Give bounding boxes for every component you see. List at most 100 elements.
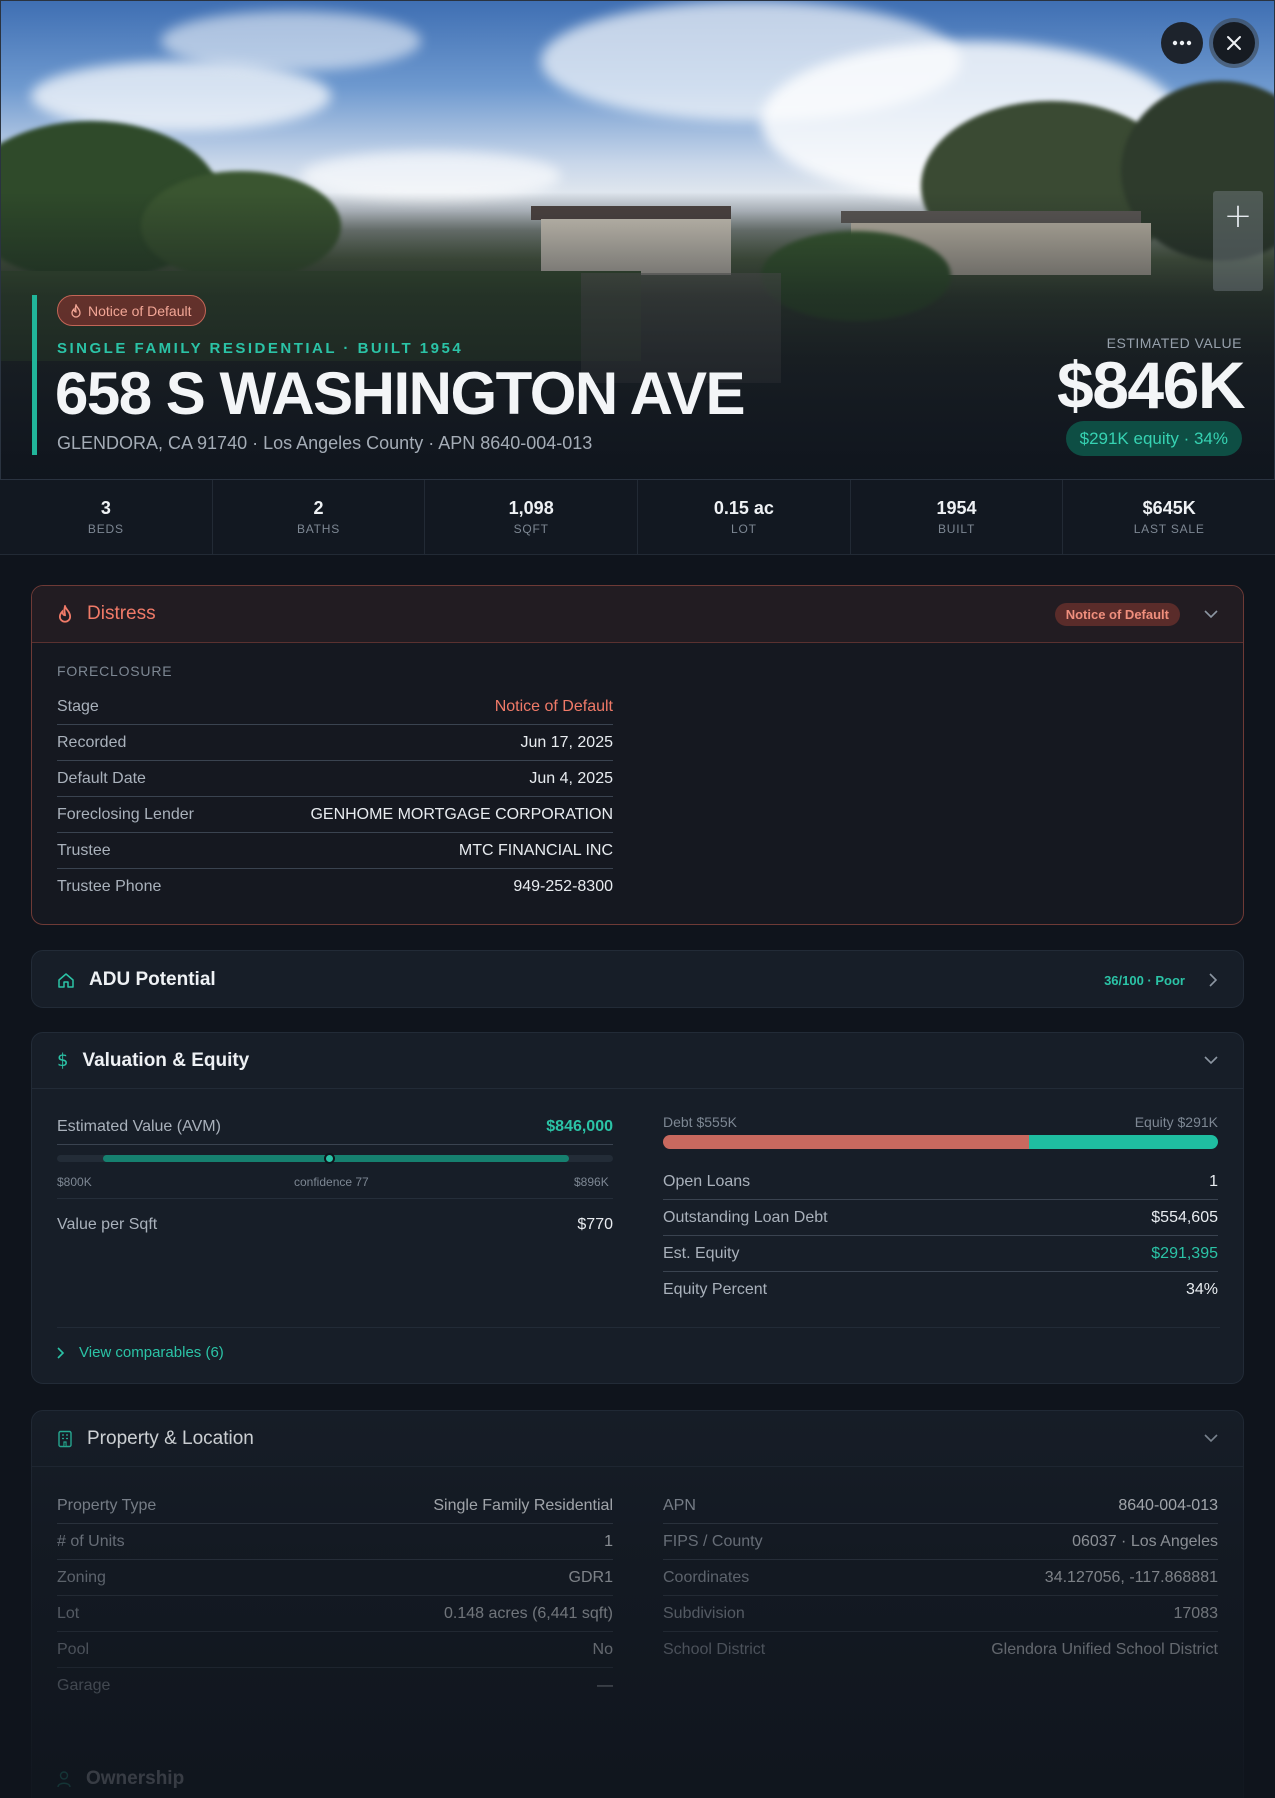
detail-row-default-date: Default Date Jun 4, 2025 — [57, 761, 613, 797]
close-icon — [1227, 36, 1241, 50]
value-per-sqft: $770 — [577, 1216, 613, 1233]
stat-label: LOT — [730, 522, 757, 536]
adu-score: 36/100 · Poor — [1104, 972, 1185, 988]
detail-value: 949-252-8300 — [513, 878, 613, 895]
detail-key: Foreclosing Lender — [57, 805, 194, 823]
stat-last-sale: $645K LAST SALE — [1063, 480, 1275, 554]
view-comparables-label: View comparables (6) — [79, 1344, 224, 1361]
loan-value: 1 — [1209, 1172, 1218, 1190]
avm-label: Estimated Value (AVM) — [57, 1117, 221, 1135]
hero-street-view: + Notice of Default SINGLE FAMILY RESIDE… — [0, 0, 1275, 480]
loan-key: Est. Equity — [663, 1244, 740, 1262]
detail-row-trustee: Trustee MTC FINANCIAL INC — [57, 833, 613, 869]
loan-value: 34% — [1185, 1281, 1218, 1298]
stat-lot: 0.15 ac LOT — [638, 480, 851, 554]
stat-built: 1954 BUILT — [851, 480, 1064, 554]
foreclosure-section-label: FORECLOSURE — [57, 663, 173, 679]
stat-value: 3 — [100, 498, 111, 518]
property-value: No — [592, 1640, 613, 1658]
location-value: 8640-004-013 — [1118, 1496, 1218, 1514]
view-comparables-link[interactable]: View comparables (6) — [57, 1344, 224, 1361]
adu-potential-card[interactable]: ADU Potential 36/100 · Poor — [31, 950, 1244, 1008]
detail-value: GENHOME MORTGAGE CORPORATION — [310, 805, 613, 823]
stat-baths: 2 BATHS — [213, 480, 426, 554]
equity-badge: $291K equity · 34% — [1065, 421, 1242, 456]
location-value: 34.127056, -117.868881 — [1044, 1568, 1218, 1586]
dollar-icon: $ — [57, 1050, 69, 1071]
loan-value: $554,605 — [1151, 1208, 1218, 1226]
property-key: Pool — [57, 1640, 90, 1658]
distress-card-header[interactable]: Distress Notice of Default — [32, 586, 1243, 643]
property-key: # of Units — [57, 1532, 125, 1550]
adu-card-header[interactable]: ADU Potential 36/100 · Poor — [32, 951, 1243, 1007]
loan-key: Outstanding Loan Debt — [663, 1208, 828, 1226]
chevron-down-icon — [1204, 609, 1218, 618]
location-value: 06037 · Los Angeles — [1072, 1532, 1218, 1550]
property-row: Pool No — [57, 1632, 613, 1668]
property-value: Single Family Residential — [433, 1496, 613, 1514]
detail-row-trustee-phone: Trustee Phone 949-252-8300 — [57, 869, 613, 905]
valuation-card-header[interactable]: $ Valuation & Equity — [32, 1033, 1243, 1089]
location-subtitle: GLENDORA, CA 91740 · Los Angeles County … — [57, 433, 593, 453]
more-options-button[interactable] — [1161, 22, 1203, 64]
property-key: Lot — [57, 1604, 80, 1622]
stat-label: BEDS — [87, 522, 124, 536]
valuation-equity-card: $ Valuation & Equity Estimated Value (AV… — [31, 1032, 1244, 1384]
detail-row-lender: Foreclosing Lender GENHOME MORTGAGE CORPO… — [57, 797, 613, 833]
equity-label: Equity $291K — [1134, 1114, 1218, 1130]
location-row: APN 8640-004-013 — [663, 1488, 1218, 1524]
detail-value: Notice of Default — [494, 697, 613, 715]
status-badge: Notice of Default — [57, 295, 206, 326]
chevron-down-icon — [1204, 1056, 1218, 1065]
avm-range-track — [57, 1153, 613, 1164]
detail-row-recorded: Recorded Jun 17, 2025 — [57, 725, 613, 761]
debt-label: Debt $555K — [663, 1114, 737, 1130]
chevron-down-icon — [1204, 1434, 1218, 1443]
divider — [57, 1327, 1220, 1328]
location-row: School District Glendora Unified School D… — [663, 1632, 1218, 1668]
loan-row-est-equity: Est. Equity $291,395 — [663, 1236, 1218, 1272]
property-type-eyebrow: SINGLE FAMILY RESIDENTIAL · BUILT 1954 — [57, 340, 464, 357]
property-value: 0.148 acres (6,441 sqft) — [444, 1604, 613, 1622]
stat-sqft: 1,098 SQFT — [425, 480, 639, 554]
flame-icon — [58, 605, 72, 623]
home-icon — [58, 972, 74, 988]
detail-key: Recorded — [57, 733, 127, 751]
ownership-section-header[interactable]: Ownership — [56, 1768, 184, 1790]
stat-label: BUILT — [937, 522, 976, 536]
loan-key: Open Loans — [663, 1172, 751, 1190]
stat-value: 1954 — [936, 498, 977, 518]
valuation-title: Valuation & Equity — [82, 1049, 250, 1071]
avm-confidence: confidence 77 — [294, 1175, 369, 1189]
avm-estimate-marker — [324, 1153, 336, 1164]
loan-row-open-loans: Open Loans 1 — [663, 1164, 1218, 1200]
detail-key: Default Date — [57, 769, 146, 787]
avm-range-fill — [103, 1155, 569, 1162]
location-key: APN — [663, 1496, 696, 1514]
flame-icon — [71, 303, 81, 318]
chevron-right-icon — [57, 1346, 65, 1359]
avm-row: Estimated Value (AVM) $846,000 — [57, 1109, 613, 1145]
detail-row-stage: Stage Notice of Default — [57, 689, 613, 725]
avm-range-high: $896K — [574, 1175, 609, 1189]
property-key: Property Type — [57, 1496, 157, 1514]
property-value: GDR1 — [568, 1568, 613, 1586]
detail-value: MTC FINANCIAL INC — [458, 841, 613, 859]
equity-segment — [1029, 1135, 1218, 1149]
property-card-header[interactable]: Property & Location — [32, 1411, 1243, 1467]
loan-row-equity-percent: Equity Percent 34% — [663, 1272, 1218, 1308]
distress-card: Distress Notice of Default FORECLOSURE S… — [31, 585, 1244, 925]
property-location-card: Property & Location Property Type Single … — [31, 1410, 1244, 1798]
zoom-in-button[interactable]: + — [1213, 191, 1263, 241]
stat-label: LAST SALE — [1133, 522, 1205, 536]
debt-segment — [663, 1135, 1030, 1149]
value-per-sqft-label: Value per Sqft — [57, 1216, 158, 1233]
loan-key: Equity Percent — [663, 1281, 768, 1298]
chevron-right-icon — [1209, 973, 1218, 987]
street-view-zoom-control[interactable]: + — [1213, 191, 1263, 291]
detail-key: Trustee — [57, 841, 111, 859]
location-row: Subdivision 17083 — [663, 1596, 1218, 1632]
property-value: 1 — [604, 1532, 613, 1550]
stat-value: 1,098 — [508, 498, 554, 518]
close-button[interactable] — [1213, 22, 1255, 64]
